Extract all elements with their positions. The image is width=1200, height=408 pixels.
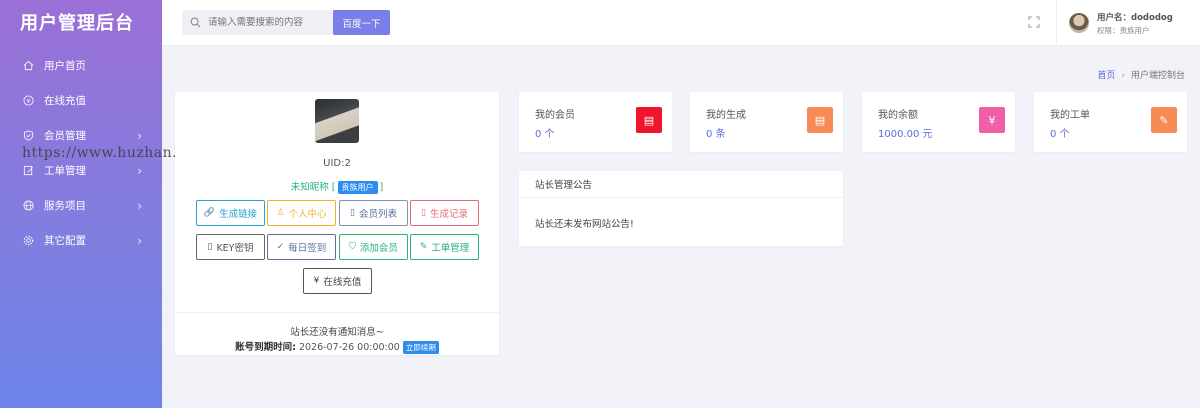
stat-card-generations[interactable]: 我的生成 0 条 ▤: [690, 92, 843, 152]
announcement-body: 站长还未发布网站公告!: [535, 219, 634, 230]
user-role: 权限：贵族用户: [1097, 25, 1150, 35]
vip-badge: 贵族用户: [337, 181, 378, 194]
user-icon: ♙: [276, 208, 285, 218]
doc-icon: ▯: [421, 208, 426, 218]
sidebar-item-services[interactable]: 服务项目 ›: [0, 188, 162, 223]
announcement-title: 站长管理公告: [519, 171, 843, 198]
nickname-suffix: ]: [379, 182, 384, 193]
stat-value: 0 个: [1050, 129, 1070, 140]
stat-value: 1000.00 元: [878, 129, 933, 140]
edit-icon: ✎: [419, 242, 428, 252]
notice-text: 站长还没有通知消息~: [290, 327, 384, 338]
button-label: 每日签到: [288, 243, 327, 254]
home-icon: [22, 60, 34, 72]
doc-icon: ▯: [207, 242, 213, 252]
announcement-panel: 站长管理公告 站长还未发布网站公告!: [519, 171, 843, 246]
sidebar-item-label: 会员管理: [44, 130, 86, 142]
chevron-right-icon: ›: [137, 198, 142, 213]
stat-card-members[interactable]: 我的会员 0 个 ▤: [519, 92, 672, 152]
button-label: 个人中心: [288, 209, 327, 220]
yen-circle-icon: ¥: [979, 107, 1005, 133]
stat-title: 我的生成: [706, 110, 746, 121]
stat-value: 0 个: [535, 129, 555, 140]
user-menu[interactable]: 用户名：dododog 权限：贵族用户: [1056, 0, 1200, 46]
button-label: 工单管理: [431, 243, 470, 254]
member-list-button[interactable]: ▯ 会员列表: [339, 200, 408, 226]
sidebar-item-settings[interactable]: 其它配置 ›: [0, 223, 162, 258]
breadcrumb-current: 用户端控制台: [1130, 71, 1185, 81]
header: 百度一下 用户名：dododog 权限：贵族用户: [162, 0, 1200, 46]
shield-check-icon: ⛉: [349, 242, 356, 252]
button-label: 会员列表: [358, 209, 397, 220]
add-member-button[interactable]: ⛉ 添加会员: [339, 234, 408, 260]
user-nickname: 未知昵称 [贵族用户]: [175, 179, 499, 194]
sidebar-item-label: 用户首页: [44, 60, 86, 72]
chevron-right-icon: ›: [137, 128, 142, 143]
profile-avatar: [315, 99, 359, 143]
check-circle-icon: ✓: [276, 242, 285, 252]
button-label: KEY密钥: [216, 243, 254, 254]
shield-check-icon: [22, 130, 34, 142]
expiry-info: 账号到期时间: 2026-07-26 00:00:00 立即续期: [175, 339, 499, 354]
ticket-management-button[interactable]: ✎ 工单管理: [410, 234, 479, 260]
button-label: 添加会员: [359, 243, 398, 254]
divider: [175, 312, 499, 313]
button-label: 生成链接: [219, 209, 258, 220]
generate-link-button[interactable]: 🔗 生成链接: [196, 200, 265, 226]
stat-title: 我的余额: [878, 110, 918, 121]
stat-title: 我的工单: [1050, 110, 1090, 121]
stat-card-tickets[interactable]: 我的工单 0 个 ✎: [1034, 92, 1187, 152]
generation-records-button[interactable]: ▯ 生成记录: [410, 200, 479, 226]
stat-card-balance[interactable]: 我的余额 1000.00 元 ¥: [862, 92, 1015, 152]
search-button[interactable]: 百度一下: [333, 10, 390, 35]
edit-icon: [22, 165, 34, 177]
gear-icon: [22, 235, 34, 247]
doc-icon: ▤: [807, 107, 833, 133]
button-label: 生成记录: [429, 209, 468, 220]
expiry-label: 账号到期时间:: [235, 342, 296, 353]
app-title: 用户管理后台: [20, 13, 134, 34]
sidebar: 用户管理后台 用户首页 ¥ 在线充值 会员管理 › 工单管理 › 服务项目 › …: [0, 0, 162, 408]
sidebar-item-label: 其它配置: [44, 235, 86, 247]
button-label: 在线充值: [323, 277, 362, 288]
nickname-text: 未知昵称 [: [290, 182, 336, 193]
key-secret-button[interactable]: ▯ KEY密钥: [196, 234, 265, 260]
svg-text:¥: ¥: [26, 97, 30, 105]
breadcrumb-separator: ›: [1121, 71, 1125, 81]
doc-icon: ▤: [636, 107, 662, 133]
daily-checkin-button[interactable]: ✓ 每日签到: [267, 234, 336, 260]
user-name: 用户名：dododog: [1097, 12, 1173, 23]
sidebar-item-label: 工单管理: [44, 165, 86, 177]
user-uid: UID:2: [323, 158, 351, 169]
sidebar-item-label: 在线充值: [44, 95, 86, 107]
fullscreen-icon[interactable]: [1028, 16, 1040, 28]
chevron-right-icon: ›: [137, 163, 142, 178]
edit-icon: ✎: [1151, 107, 1177, 133]
breadcrumb: 首页 › 用户端控制台: [1097, 68, 1185, 81]
expiry-date: 2026-07-26 00:00:00: [298, 342, 400, 353]
sidebar-item-label: 服务项目: [44, 200, 86, 212]
avatar: [1069, 13, 1089, 33]
doc-icon: ▯: [350, 208, 355, 218]
chevron-right-icon: ›: [137, 233, 142, 248]
link-icon: 🔗: [203, 208, 216, 218]
profile-card: UID:2 未知昵称 [贵族用户] 🔗 生成链接 ♙ 个人中心 ▯ 会员列表 ▯ 生成记…: [175, 92, 499, 355]
renew-button[interactable]: 立即续期: [402, 341, 439, 354]
stat-title: 我的会员: [535, 110, 575, 121]
online-recharge-button[interactable]: ¥ 在线充值: [303, 268, 372, 294]
breadcrumb-home[interactable]: 首页: [1097, 71, 1115, 81]
search-icon: [182, 17, 208, 28]
yen-circle-icon: ¥: [313, 276, 320, 286]
globe-icon: [22, 200, 34, 212]
personal-center-button[interactable]: ♙ 个人中心: [267, 200, 336, 226]
stat-value: 0 条: [706, 129, 726, 140]
sidebar-item-recharge[interactable]: ¥ 在线充值: [0, 83, 162, 118]
sidebar-item-home[interactable]: 用户首页: [0, 48, 162, 83]
yen-circle-icon: ¥: [22, 95, 34, 107]
